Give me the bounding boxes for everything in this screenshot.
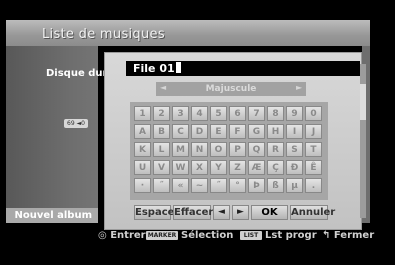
keyboard-key[interactable]: Y (210, 160, 227, 175)
marker-button-icon: MARKER (146, 231, 178, 240)
keyboard-key[interactable]: Q (248, 142, 265, 157)
enter-icon: ◎ (98, 230, 107, 241)
delete-button[interactable]: Effacer (173, 205, 213, 220)
keyboard-key[interactable]: Æ (248, 160, 265, 175)
keyboard-key[interactable]: X (191, 160, 208, 175)
keyboard-key[interactable]: Þ (248, 178, 265, 193)
scrollbar-thumb[interactable] (360, 84, 366, 120)
keyboard-key[interactable]: J (305, 124, 322, 139)
keyboard-key[interactable]: μ (286, 178, 303, 193)
mode-label: Majuscule (205, 84, 257, 94)
disk-label: Disque dur (46, 68, 108, 79)
enter-label: Entrer (110, 230, 146, 241)
ok-button[interactable]: OK (251, 205, 288, 220)
keyboard-key[interactable]: . (305, 178, 322, 193)
enter-hint: ◎ Entrer (98, 230, 146, 241)
keyboard-key[interactable]: B (153, 124, 170, 139)
keyboard-key[interactable]: C (172, 124, 189, 139)
name-value: File 01 (133, 62, 175, 75)
keyboard-key[interactable]: U (134, 160, 151, 175)
keyboard-key[interactable]: 8 (267, 106, 284, 121)
keyboard-key[interactable]: R (267, 142, 284, 157)
keyboard-key[interactable]: P (229, 142, 246, 157)
keyboard-key[interactable]: S (286, 142, 303, 157)
list-button-icon: LIST (240, 231, 262, 240)
cursor-right-button[interactable]: ► (232, 205, 249, 220)
keyboard-key[interactable]: ° (229, 178, 246, 193)
keyboard-key[interactable]: ß (267, 178, 284, 193)
keyboard-key[interactable]: E (210, 124, 227, 139)
cancel-button[interactable]: Annuler (290, 205, 335, 220)
keyboard-key[interactable]: « (172, 178, 189, 193)
keyboard-key[interactable]: ˝ (210, 178, 227, 193)
keyboard-key[interactable]: N (191, 142, 208, 157)
keyboard-key[interactable]: K (134, 142, 151, 157)
return-icon: ↰ (322, 230, 331, 241)
keyboard-key[interactable]: Ð (286, 160, 303, 175)
close-label: Fermer (333, 230, 375, 241)
keyboard-key[interactable]: I (286, 124, 303, 139)
keyboard-key[interactable]: 0 (305, 106, 322, 121)
keyboard-key[interactable]: ˝ (153, 178, 170, 193)
keyboard-key[interactable]: 2 (153, 106, 170, 121)
audio-indicator-icon: 69 ◄0 (64, 119, 88, 128)
keyboard-key[interactable]: Ç (267, 160, 284, 175)
keyboard-key[interactable]: A (134, 124, 151, 139)
keyboard-key[interactable]: M (172, 142, 189, 157)
keyboard-key[interactable]: Z (229, 160, 246, 175)
keyboard-key[interactable]: 5 (210, 106, 227, 121)
text-cursor (175, 62, 181, 73)
screen: Liste de musiques Disque dur 69 ◄0 Nouve… (0, 0, 395, 265)
keyboard-key[interactable]: T (305, 142, 322, 157)
space-button[interactable]: Espace (134, 205, 174, 220)
keyboard-key[interactable]: H (267, 124, 284, 139)
page-title: Liste de musiques (42, 27, 165, 42)
keyboard-key[interactable]: L (153, 142, 170, 157)
list-progr-label: Lst progr (265, 230, 317, 241)
keyboard-key[interactable]: ~ (191, 178, 208, 193)
name-input[interactable]: File 01 (126, 61, 360, 76)
keyboard-key[interactable]: Ê (305, 160, 322, 175)
keyboard-key[interactable]: 1 (134, 106, 151, 121)
keyboard-key[interactable]: 6 (229, 106, 246, 121)
keyboard-key[interactable]: D (191, 124, 208, 139)
keyboard-key[interactable]: 4 (191, 106, 208, 121)
selection-label: Sélection (181, 230, 234, 241)
keyboard-key[interactable]: G (248, 124, 265, 139)
keyboard-key[interactable]: O (210, 142, 227, 157)
keyboard-key[interactable]: 3 (172, 106, 189, 121)
cursor-left-button[interactable]: ◄ (213, 205, 230, 220)
close-hint: ↰ Fermer (322, 230, 374, 241)
new-album-button[interactable]: Nouvel album (6, 208, 98, 223)
keyboard-key[interactable]: 7 (248, 106, 265, 121)
keyboard-key[interactable]: · (134, 178, 151, 193)
keyboard-key[interactable]: F (229, 124, 246, 139)
keyboard-key[interactable]: V (153, 160, 170, 175)
keyboard-key[interactable]: W (172, 160, 189, 175)
keyboard-key[interactable]: 9 (286, 106, 303, 121)
